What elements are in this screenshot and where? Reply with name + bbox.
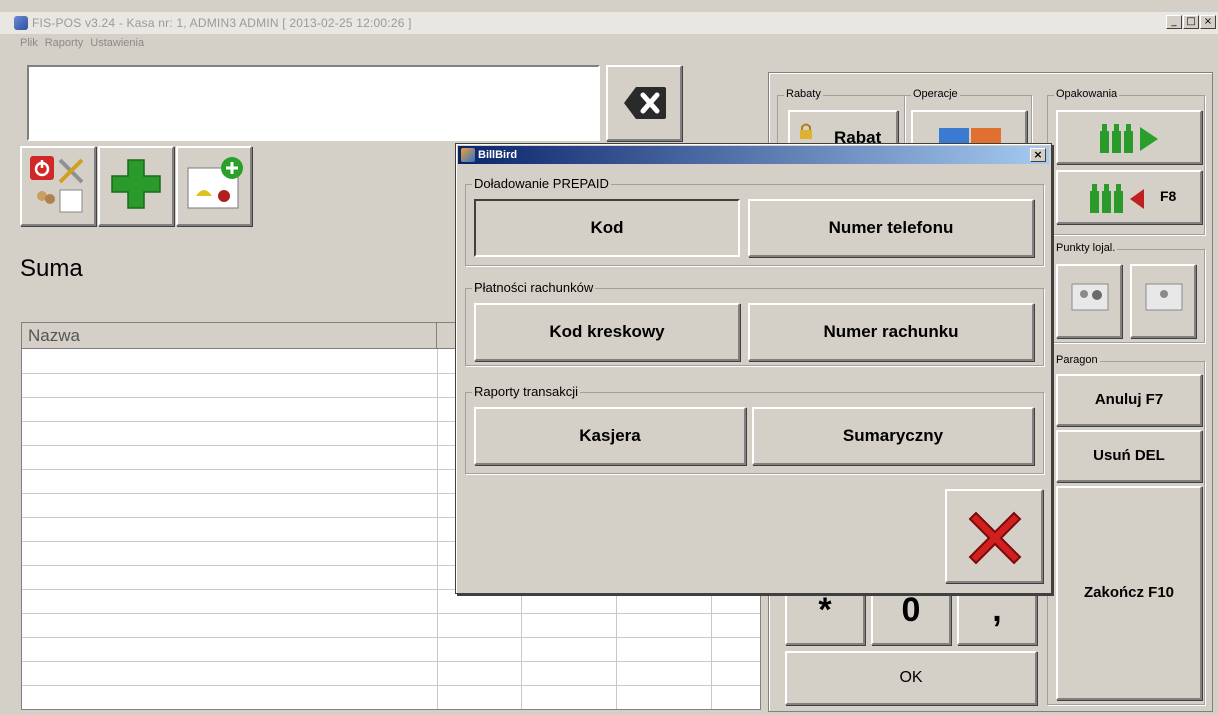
menu-raporty[interactable]: Raporty (45, 37, 84, 49)
close-button[interactable]: × (1200, 15, 1216, 29)
table-row (22, 637, 760, 638)
window-controls: _ □ × (1166, 15, 1216, 29)
lock-icon (800, 123, 812, 139)
menu-plik[interactable]: Plik (20, 37, 38, 49)
loyalty-card-icon (1071, 283, 1109, 311)
dialog-cancel-button[interactable] (945, 489, 1043, 583)
dialog-close-button[interactable]: × (1030, 148, 1046, 162)
opakowania-group: Opakowania F8 (1047, 88, 1205, 235)
prepaid-title: Doładowanie PREPAID (472, 176, 611, 191)
window-title-bar: FIS-POS v3.24 - Kasa nr: 1, ADMIN3 ADMIN… (0, 12, 1218, 34)
operacje-title: Operacje (911, 88, 960, 100)
prepaid-code-button[interactable]: Kod (474, 199, 740, 257)
bill-payments-group: Płatności rachunków Kod kreskowy Numer r… (465, 280, 1044, 366)
punkty-title: Punkty lojal. (1054, 242, 1118, 254)
table-row (22, 661, 760, 662)
maximize-button[interactable]: □ (1183, 15, 1199, 29)
loyalty-check-button[interactable] (1056, 264, 1122, 338)
packaging-return-label: F8 (1160, 188, 1177, 204)
opakowania-title: Opakowania (1054, 88, 1120, 100)
barcode-input[interactable] (27, 65, 600, 141)
menu-ustawienia[interactable]: Ustawienia (90, 37, 144, 49)
green-plus-icon (111, 159, 161, 209)
prepaid-phone-button[interactable]: Numer telefonu (748, 199, 1034, 257)
prepaid-group: Doładowanie PREPAID Kod Numer telefonu (465, 176, 1044, 266)
bottles-arrow-left-icon (1090, 184, 1144, 213)
rabaty-title: Rabaty (784, 88, 823, 100)
bill-payments-title: Płatności rachunków (472, 280, 596, 295)
billbird-icon (461, 148, 475, 162)
column-header-nazwa[interactable]: Nazwa (22, 323, 437, 349)
sum-label: Suma (20, 255, 83, 282)
packaging-add-button[interactable] (1056, 110, 1202, 164)
transaction-reports-group: Raporty transakcji Kasjera Sumaryczny (465, 384, 1044, 474)
table-row (22, 685, 760, 686)
delete-item-button[interactable]: Usuń DEL (1056, 430, 1202, 482)
menu-bar: Plik Raporty Ustawienia (20, 37, 144, 49)
add-product-icon (187, 157, 243, 209)
paragon-title: Paragon (1054, 354, 1100, 366)
add-button[interactable] (98, 146, 174, 226)
add-product-button[interactable] (176, 146, 252, 226)
dialog-title-bar: BillBird × (458, 146, 1049, 164)
cancel-receipt-button[interactable]: Anuluj F7 (1056, 374, 1202, 426)
paragon-group: Paragon Anuluj F7 Usuń DEL Zakończ F10 (1047, 354, 1205, 705)
dialog-title: BillBird (478, 149, 518, 161)
table-row (22, 613, 760, 614)
loyalty-user-icon (1145, 283, 1183, 311)
table-row (22, 709, 761, 710)
cashier-report-button[interactable]: Kasjera (474, 407, 746, 465)
tools-settings-icon (30, 156, 84, 213)
app-icon (14, 16, 28, 30)
window-title: FIS-POS v3.24 - Kasa nr: 1, ADMIN3 ADMIN… (32, 16, 412, 30)
packaging-return-button[interactable]: F8 (1056, 170, 1202, 224)
red-x-icon (968, 511, 1022, 565)
backspace-button[interactable] (606, 65, 682, 141)
finish-button[interactable]: Zakończ F10 (1056, 486, 1202, 700)
bill-number-button[interactable]: Numer rachunku (748, 303, 1034, 361)
transaction-reports-title: Raporty transakcji (472, 384, 581, 399)
minimize-button[interactable]: _ (1166, 15, 1182, 29)
billbird-dialog: BillBird × Doładowanie PREPAID Kod Numer… (455, 143, 1052, 594)
summary-report-button[interactable]: Sumaryczny (752, 407, 1034, 465)
loyalty-user-button[interactable] (1130, 264, 1196, 338)
backspace-icon (624, 87, 666, 119)
ok-button[interactable]: OK (785, 651, 1037, 705)
grid-divider (437, 349, 438, 709)
punkty-group: Punkty lojal. (1047, 242, 1205, 343)
bottles-arrow-right-icon (1100, 124, 1158, 153)
barcode-button[interactable]: Kod kreskowy (474, 303, 740, 361)
pos-app-window: FIS-POS v3.24 - Kasa nr: 1, ADMIN3 ADMIN… (0, 0, 1218, 715)
settings-tools-button[interactable] (20, 146, 96, 226)
